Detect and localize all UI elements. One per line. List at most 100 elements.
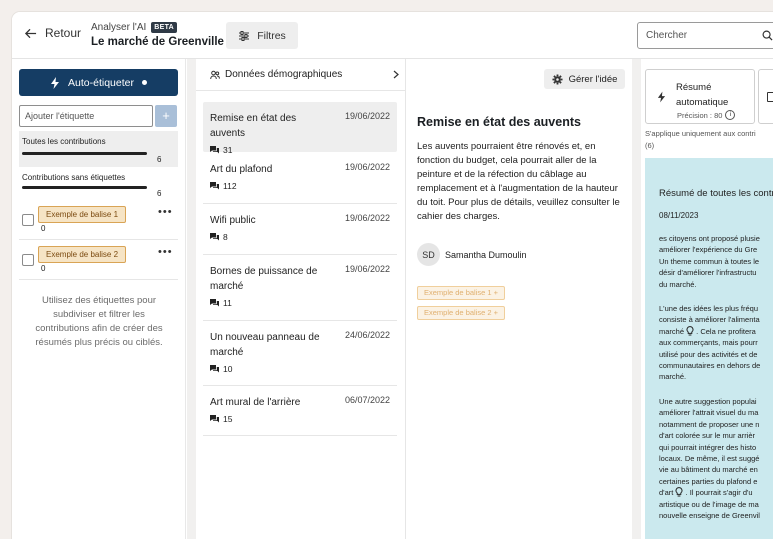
tag-count: 0: [41, 224, 46, 233]
idea-detail-body: Les auvents pourraient être rénovés et, …: [417, 141, 620, 222]
avatar: SD: [417, 243, 440, 266]
summary-date: 08/11/2023: [659, 211, 699, 220]
summary-paragraph: es citoyens ont proposé plusie améliorer…: [659, 234, 760, 289]
summary-option-button[interactable]: [758, 69, 773, 124]
summary-paragraph: L'une des idées les plus fréqu consiste …: [659, 303, 773, 383]
app-window: Retour Analyser l'AI BETA Le marché de G…: [12, 12, 773, 539]
breadcrumb: Analyser l'AI BETA Le marché de Greenvil…: [91, 22, 224, 48]
idea-date: 24/06/2022: [344, 330, 390, 340]
idea-title: Remise en état des auvents: [210, 113, 297, 139]
comments-icon: [210, 182, 219, 190]
tag-chip: Exemple de balise 2: [38, 246, 127, 263]
project-title: Le marché de Greenville: [91, 36, 224, 48]
idea-date: 19/06/2022: [344, 162, 390, 172]
tags-panel: Auto-étiqueter Ajouter l'étiquette + Tou…: [12, 59, 186, 539]
search-icon: [762, 30, 773, 41]
idea-count: 8: [223, 232, 228, 242]
filters-label: Filtres: [257, 29, 286, 42]
manage-idea-button[interactable]: Gérer l'idée: [544, 69, 625, 89]
idea-count: 15: [223, 414, 233, 424]
more-icon[interactable]: •••: [158, 206, 173, 218]
idea-count: 11: [223, 298, 232, 308]
precision-label: Précision : 80: [677, 110, 723, 120]
comments-icon: [210, 365, 219, 373]
gear-icon: [552, 73, 563, 85]
idea-count: 112: [223, 181, 237, 191]
app-label: Analyser l'AI: [91, 22, 147, 33]
ideas-panel: Données démographiques Remise en état de…: [196, 59, 406, 539]
untagged-bar: [22, 186, 147, 189]
idea-date: 19/06/2022: [344, 264, 390, 274]
idea-date: 19/06/2022: [344, 111, 390, 121]
auto-tag-button[interactable]: Auto-étiqueter: [19, 69, 178, 96]
lightning-icon: [51, 76, 60, 89]
all-contributions-count: 6: [157, 155, 162, 164]
document-icon: [767, 92, 773, 102]
summary-title: Résumé de toutes les contr: [659, 188, 773, 199]
all-contributions-label: Toutes les contributions: [22, 137, 106, 146]
panel-divider: [632, 59, 641, 539]
idea-title: Art du plafond: [210, 164, 273, 175]
idea-item[interactable]: Bornes de puissance de marché 19/06/2022…: [203, 255, 397, 321]
idea-title: Art mural de l'arrière: [210, 397, 301, 408]
add-tag-button[interactable]: +: [155, 105, 177, 127]
auto-tag-label: Auto-étiqueter: [68, 76, 134, 89]
idea-title: Bornes de puissance de marché: [210, 266, 318, 292]
idea-count: 10: [223, 364, 233, 374]
comments-icon: [210, 233, 219, 241]
tag-row[interactable]: Exemple de balise 2 0 •••: [19, 245, 178, 280]
summary-card: Résumé de toutes les contr 08/11/2023 es…: [645, 158, 773, 539]
idea-item[interactable]: Art du plafond 19/06/2022 112: [203, 153, 397, 204]
tag-count: 0: [41, 264, 46, 273]
author-name: Samantha Dumoulin: [445, 249, 527, 260]
idea-detail-panel: Gérer l'idée Remise en état des auvents …: [407, 59, 632, 539]
tag-input[interactable]: Ajouter l'étiquette: [19, 105, 153, 127]
sliders-icon: [239, 30, 250, 41]
idea-title: Wifi public: [210, 215, 256, 226]
status-dot: [141, 80, 147, 85]
search-input[interactable]: Chercher: [637, 22, 773, 49]
demographics-label: Données démographiques: [225, 69, 343, 80]
manage-idea-label: Gérer l'idée: [568, 73, 618, 85]
info-icon[interactable]: i: [725, 110, 736, 120]
tag-row[interactable]: Exemple de balise 1 0 •••: [19, 205, 178, 240]
back-label: Retour: [45, 26, 82, 40]
idea-item[interactable]: Art mural de l'arrière 06/07/2022 15: [203, 386, 397, 436]
idea-item[interactable]: Wifi public 19/06/2022 8: [203, 204, 397, 255]
auto-summary-label: Résumé automatique: [676, 82, 729, 108]
applies-note: S'applique uniquement aux contri (6): [645, 129, 756, 150]
tag-checkbox[interactable]: [22, 214, 34, 226]
chevron-right-icon: [393, 70, 399, 79]
add-tag-chip[interactable]: Exemple de balise 1 +: [417, 286, 506, 300]
search-placeholder: Chercher: [646, 30, 688, 41]
summary-text: Une autre suggestion populai améliorer l…: [659, 396, 760, 498]
filters-button[interactable]: Filtres: [226, 22, 298, 49]
more-icon[interactable]: •••: [158, 246, 173, 258]
author: SD Samantha Dumoulin: [417, 243, 527, 266]
summary-panel: Résumé automatique Précision : 80 i S'app…: [641, 59, 773, 539]
tags-hint: Utilisez des étiquettes pour subdiviser …: [35, 295, 163, 348]
untagged-count: 6: [157, 189, 162, 198]
arrow-left-icon: [24, 28, 37, 38]
untagged-filter[interactable]: Contributions sans étiquettes 6: [19, 169, 178, 198]
lightning-icon: [657, 91, 666, 103]
top-bar: Retour Analyser l'AI BETA Le marché de G…: [12, 12, 773, 59]
back-button[interactable]: Retour: [24, 26, 81, 40]
idea-item-selected[interactable]: Remise en état des auvents 19/06/2022 31: [203, 102, 397, 155]
auto-summary-button[interactable]: Résumé automatique Précision : 80 i: [645, 69, 755, 124]
all-contributions-filter[interactable]: Toutes les contributions 6: [19, 131, 178, 167]
comments-icon: [210, 299, 219, 307]
idea-date: 19/06/2022: [344, 213, 390, 223]
idea-detail-title: Remise en état des auvents: [417, 115, 581, 129]
summary-paragraph: Une autre suggestion populai améliorer l…: [659, 396, 773, 521]
lightbulb-icon[interactable]: [686, 325, 694, 336]
untagged-label: Contributions sans étiquettes: [22, 173, 126, 182]
tag-checkbox[interactable]: [22, 254, 34, 266]
demographics-toggle[interactable]: Données démographiques: [196, 59, 406, 91]
idea-date: 06/07/2022: [344, 395, 390, 405]
idea-item[interactable]: Un nouveau panneau de marché 24/06/2022 …: [203, 321, 397, 386]
panel-divider: [187, 59, 196, 539]
all-contributions-bar: [22, 152, 147, 155]
add-tag-chip[interactable]: Exemple de balise 2 +: [417, 306, 506, 320]
tag-chip: Exemple de balise 1: [38, 206, 127, 223]
